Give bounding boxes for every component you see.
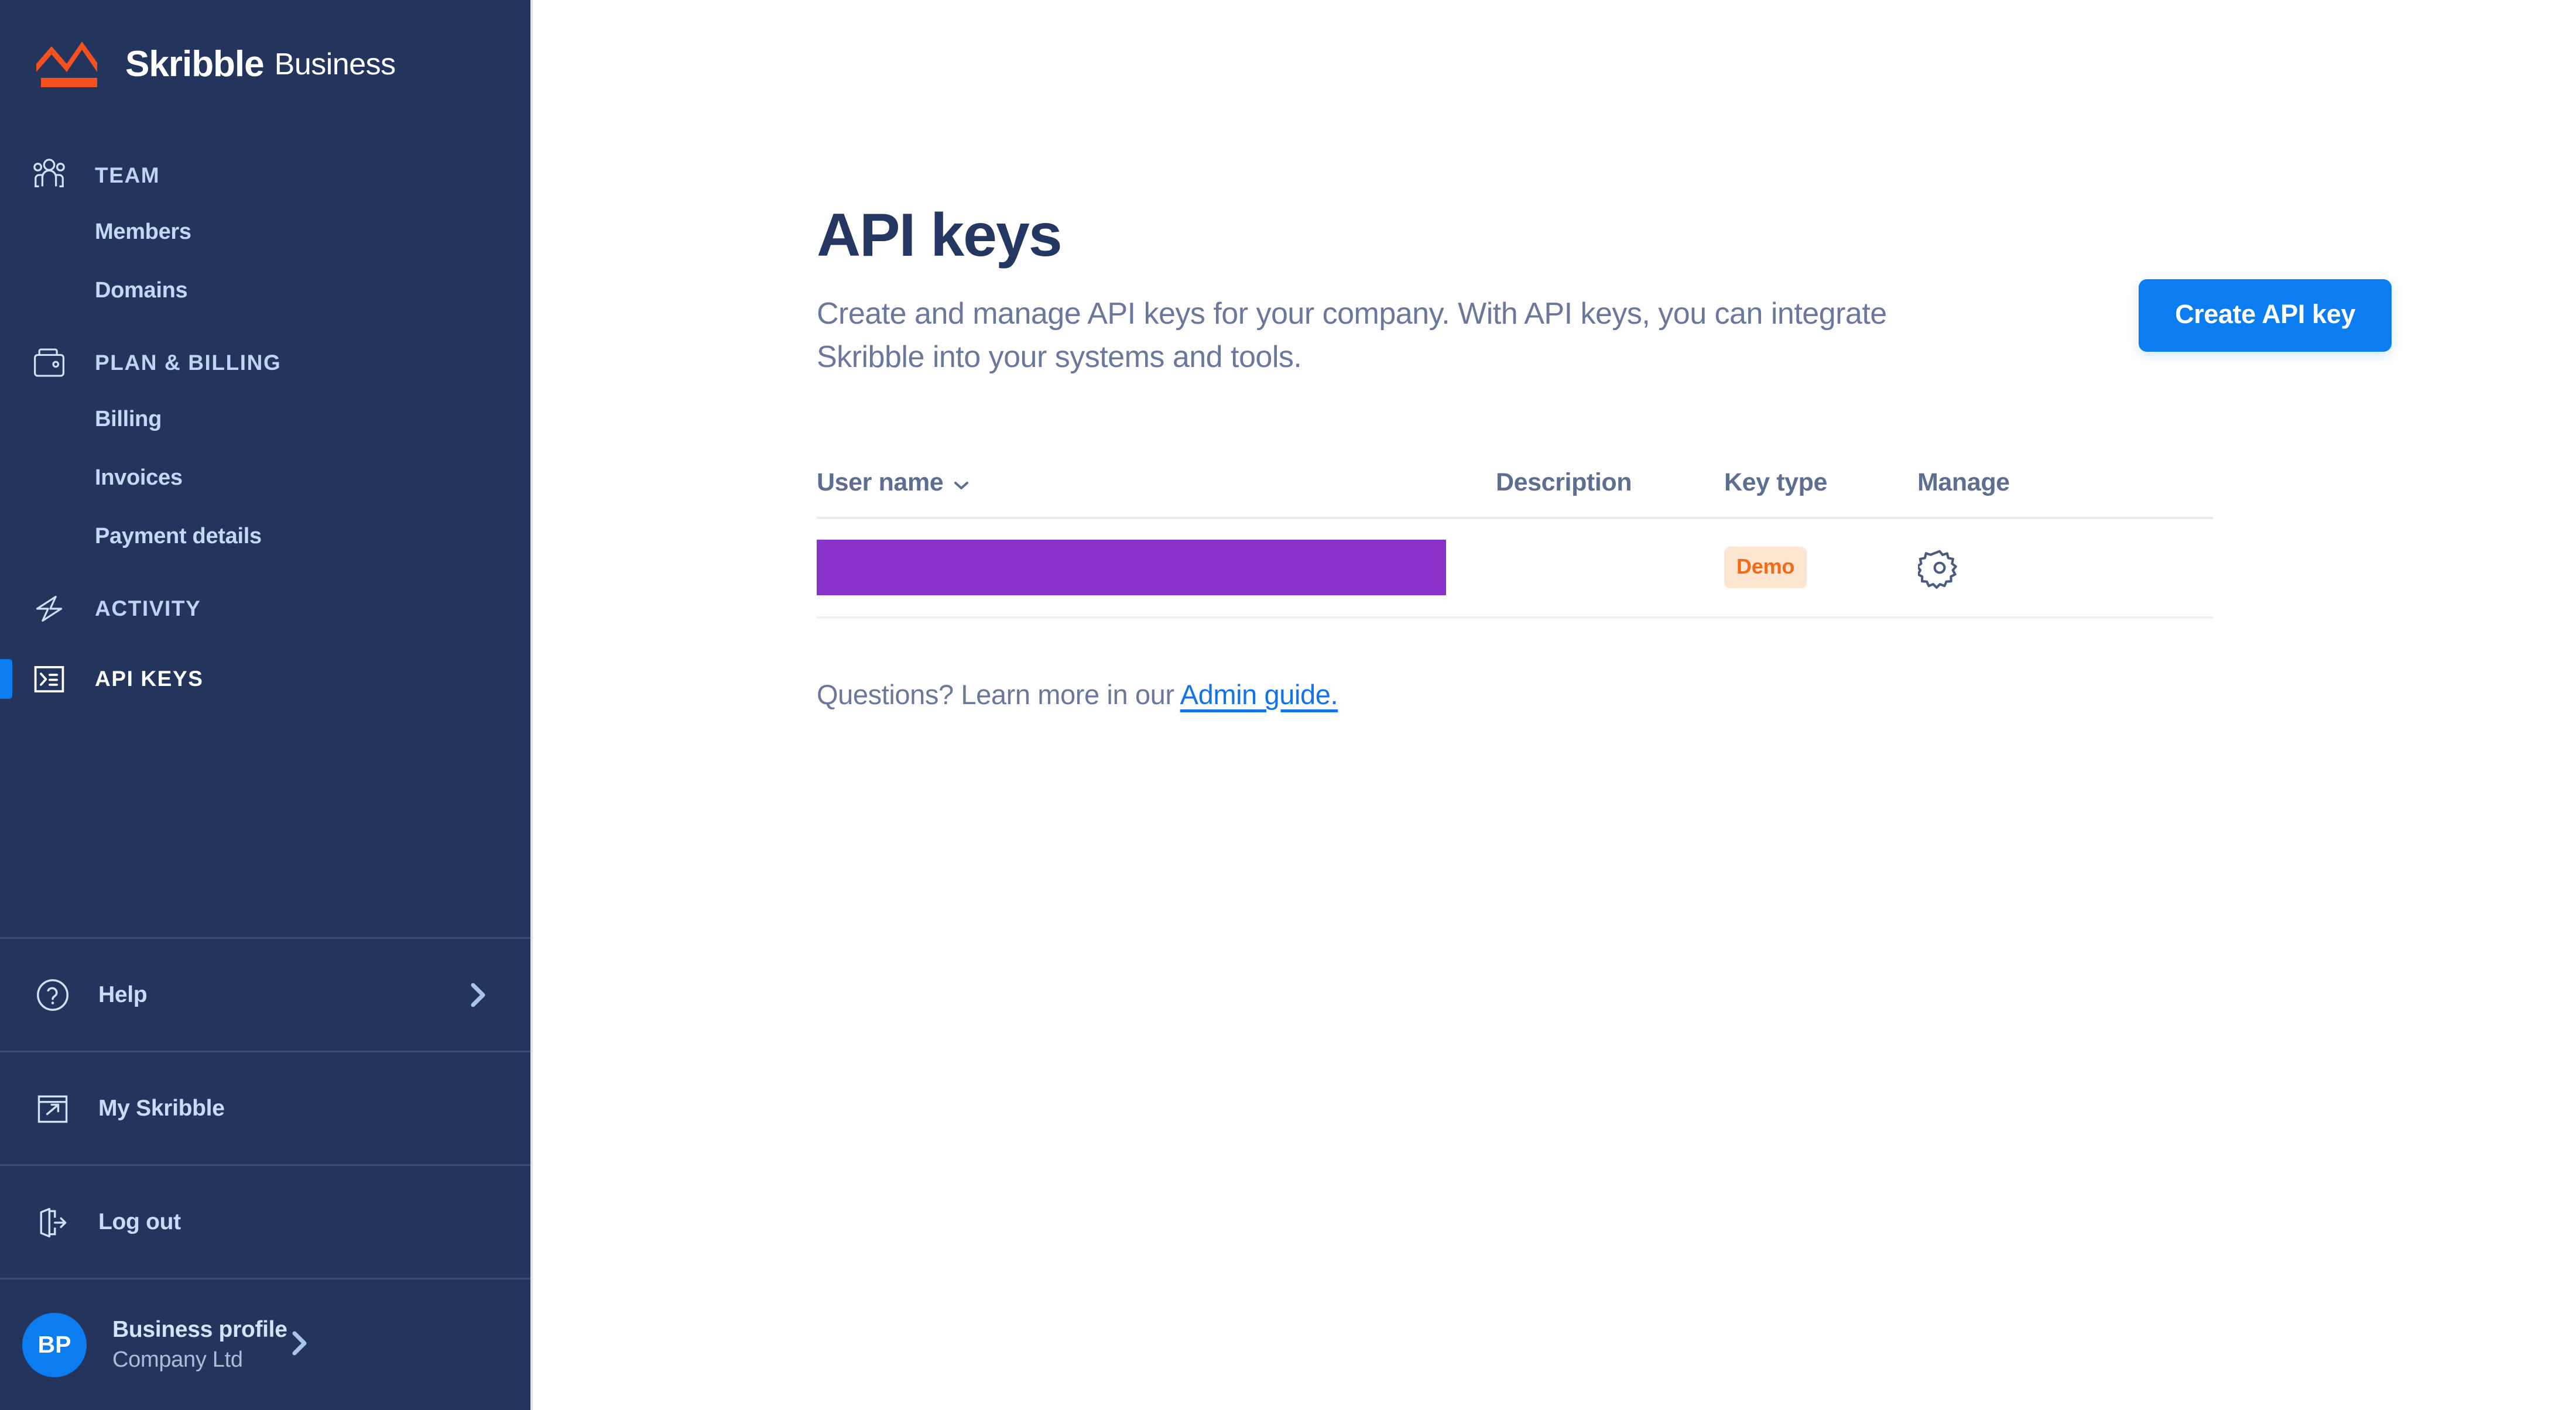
sidebar-item-domains[interactable]: Domains [0, 261, 530, 320]
footnote-text: Questions? Learn more in our [817, 678, 1180, 710]
sidebar-bottom-label: My Skribble [98, 1095, 225, 1121]
chevron-down-icon [953, 468, 970, 497]
gear-icon[interactable] [1917, 546, 1962, 590]
team-icon [30, 157, 68, 194]
sidebar-item-team[interactable]: TEAM [0, 149, 530, 203]
profile-company: Company Ltd [112, 1347, 243, 1372]
sidebar-business-profile[interactable]: BP Business profile Company Ltd [0, 1278, 530, 1410]
sidebar: Skribble Business TEAM Members Domains P… [0, 0, 533, 1410]
cell-manage [1917, 546, 2093, 590]
content-column: API keys Create and manage API keys for … [817, 0, 2515, 711]
brand-suffix: Business [274, 47, 396, 81]
create-api-key-button[interactable]: Create API key [2139, 279, 2392, 352]
skribble-chart-logo-icon [36, 42, 110, 87]
main-content: API keys Create and manage API keys for … [533, 0, 2576, 1410]
sidebar-item-billing[interactable]: Billing [0, 390, 530, 448]
sidebar-subitem-label: Payment details [95, 523, 262, 548]
sidebar-bottom-group: Help My Skribble Log out BP Business pro… [0, 937, 530, 1410]
sidebar-bottom-label: Log out [98, 1209, 181, 1234]
page-title: API keys [817, 201, 1063, 269]
sidebar-item-payment-details[interactable]: Payment details [0, 507, 530, 565]
question-circle-icon [33, 975, 73, 1015]
table-header-row: User name Description Key type Manage [817, 468, 2213, 519]
bolt-icon [30, 591, 68, 627]
profile-text: Business profile Company Ltd [112, 1317, 287, 1373]
column-header-user-name[interactable]: User name [817, 468, 1496, 497]
column-header-label: Key type [1724, 468, 1828, 496]
sidebar-item-plan-and-billing[interactable]: PLAN & BILLING [0, 336, 530, 390]
sidebar-item-members[interactable]: Members [0, 203, 530, 261]
profile-name: Business profile [112, 1317, 287, 1342]
sidebar-item-label: TEAM [95, 163, 160, 187]
chevron-right-icon [466, 979, 489, 1011]
cell-key-type: Demo [1724, 547, 1917, 589]
api-keys-table: User name Description Key type Manage De… [817, 468, 2213, 619]
sidebar-item-label: PLAN & BILLING [95, 351, 282, 375]
sidebar-subitem-label: Domains [95, 277, 188, 303]
sidebar-item-my-skribble[interactable]: My Skribble [0, 1051, 530, 1164]
sidebar-item-label: ACTIVITY [95, 596, 201, 620]
brand-name: Skribble [125, 44, 265, 84]
logout-icon [33, 1202, 73, 1242]
column-header-description: Description [1496, 468, 1724, 497]
sidebar-bottom-label: Help [98, 982, 148, 1007]
external-window-icon [33, 1089, 73, 1128]
column-header-label: Manage [1917, 468, 2010, 496]
avatar: BP [22, 1312, 87, 1377]
table-row: Demo [817, 519, 2213, 619]
wallet-icon [30, 345, 68, 381]
admin-guide-link[interactable]: Admin guide. [1180, 679, 1338, 710]
sidebar-item-api-keys[interactable]: API KEYS [0, 652, 530, 706]
sidebar-subitem-label: Members [95, 219, 191, 244]
cell-user-name [817, 540, 1496, 596]
sidebar-item-label: API KEYS [95, 667, 204, 691]
column-header-key-type: Key type [1724, 468, 1917, 497]
terminal-icon [30, 661, 68, 697]
redaction-bar [817, 540, 1446, 596]
column-header-manage: Manage [1917, 468, 2093, 497]
sidebar-item-activity[interactable]: ACTIVITY [0, 582, 530, 636]
status-badge: Demo [1724, 547, 1807, 589]
sidebar-item-invoices[interactable]: Invoices [0, 448, 530, 507]
footnote: Questions? Learn more in our Admin guide… [817, 678, 2515, 711]
column-header-label: User name [817, 468, 944, 496]
sidebar-subitem-label: Billing [95, 406, 162, 431]
sidebar-item-log-out[interactable]: Log out [0, 1164, 530, 1278]
page-description: Create and manage API keys for your comp… [817, 297, 1887, 374]
sidebar-nav: TEAM Members Domains PLAN & BILLING Bill… [0, 149, 530, 706]
active-indicator [0, 659, 12, 699]
app-root: Skribble Business TEAM Members Domains P… [0, 0, 2576, 1410]
column-header-label: Description [1496, 468, 1632, 496]
sidebar-subitem-label: Invoices [95, 465, 183, 490]
chevron-right-icon [287, 1327, 311, 1362]
sidebar-item-help[interactable]: Help [0, 937, 530, 1051]
brand-logo[interactable]: Skribble Business [0, 0, 530, 87]
